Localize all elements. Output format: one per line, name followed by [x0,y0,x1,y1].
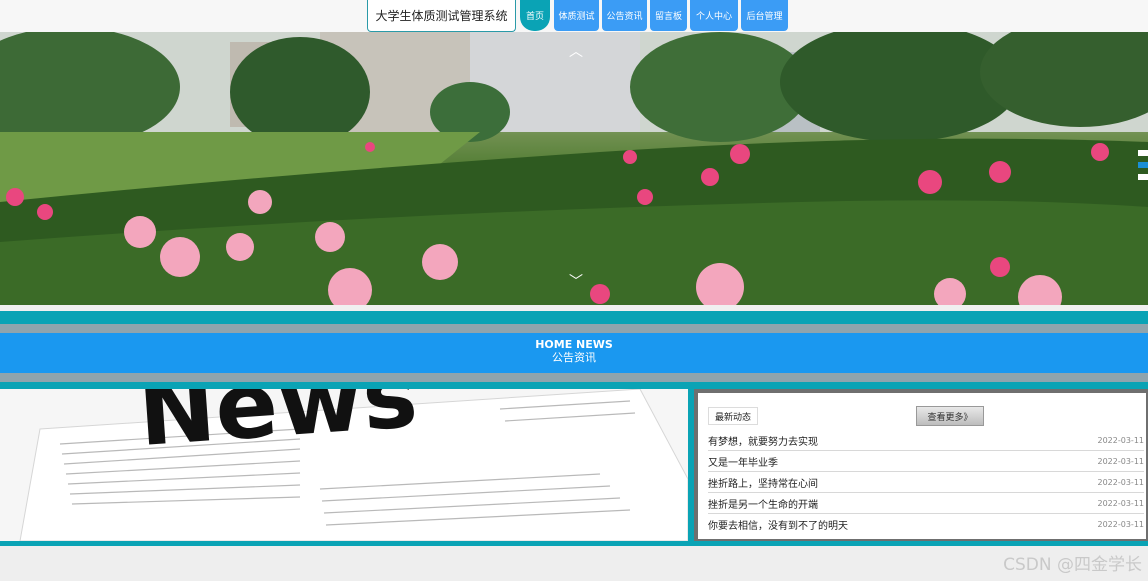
top-navigation-bar: 大学生体质测试管理系统 首页 体质测试 公告资讯 留言板 个人中心 后台管理 [0,0,1148,32]
news-date: 2022-03-11 [1097,435,1145,445]
slider-dots [1138,150,1148,186]
nav-admin[interactable]: 后台管理 [741,0,788,31]
slider-dot-1[interactable] [1138,150,1148,156]
news-heading-en: HOME NEWS [535,338,613,351]
nav-personal-center[interactable]: 个人中心 [690,0,738,31]
list-item[interactable]: 挫折是另一个生命的开端 2022-03-11 [708,493,1144,514]
banner-down-arrow-icon[interactable]: ﹀ [566,272,586,292]
newspaper-illustration: News [0,389,688,541]
news-newspaper-image[interactable]: News [0,389,688,541]
slider-dot-3[interactable] [1138,174,1148,180]
nav-fitness-test[interactable]: 体质测试 [554,0,599,31]
view-more-button[interactable]: 查看更多》 [916,406,984,426]
list-item[interactable]: 有梦想，就要努力去实现 2022-03-11 [708,430,1144,451]
list-item[interactable]: 你要去相信，没有到不了的明天 2022-03-11 [708,514,1144,535]
latest-news-tab[interactable]: 最新动态 [708,407,759,425]
news-section-header: HOME NEWS 公告资讯 [0,333,1148,373]
latest-news-panel: 最新动态 查看更多》 有梦想，就要努力去实现 2022-03-11 又是一年毕业… [694,389,1148,541]
hero-banner[interactable]: ︿ ﹀ [0,32,1148,305]
nav-announcements[interactable]: 公告资讯 [602,0,647,31]
band-teal-top [0,311,1148,324]
news-title[interactable]: 挫折是另一个生命的开端 [708,496,818,511]
page: 大学生体质测试管理系统 首页 体质测试 公告资讯 留言板 个人中心 后台管理 ︿… [0,0,1148,581]
list-item[interactable]: 挫折路上，坚持常在心间 2022-03-11 [708,472,1144,493]
band-grey-top [0,324,1148,333]
news-date: 2022-03-11 [1097,477,1145,487]
site-title[interactable]: 大学生体质测试管理系统 [367,0,516,32]
list-item[interactable]: 又是一年毕业季 2022-03-11 [708,451,1144,472]
news-date: 2022-03-11 [1097,520,1145,529]
banner-up-arrow-icon[interactable]: ︿ [566,42,586,62]
news-title[interactable]: 你要去相信，没有到不了的明天 [708,517,848,532]
slider-dot-2[interactable] [1138,162,1148,168]
band-grey-bottom [0,373,1148,382]
news-date: 2022-03-11 [1097,456,1145,466]
news-content: News 最新动态 查看更多》 有梦想，就要努力去实现 2022-03-11 又… [0,382,1148,546]
news-title[interactable]: 挫折路上，坚持常在心间 [708,475,818,490]
footer-strip [0,546,1148,581]
watermark: CSDN @四金学长 [1003,555,1142,575]
news-date: 2022-03-11 [1097,498,1145,508]
news-title[interactable]: 又是一年毕业季 [708,454,778,469]
banner-garden-image [0,32,1148,305]
nav-message-board[interactable]: 留言板 [650,0,687,31]
news-title[interactable]: 有梦想，就要努力去实现 [708,433,818,448]
news-list: 有梦想，就要努力去实现 2022-03-11 又是一年毕业季 2022-03-1… [708,430,1144,535]
nav-home[interactable]: 首页 [520,0,550,31]
news-heading-cn: 公告资讯 [552,351,596,364]
